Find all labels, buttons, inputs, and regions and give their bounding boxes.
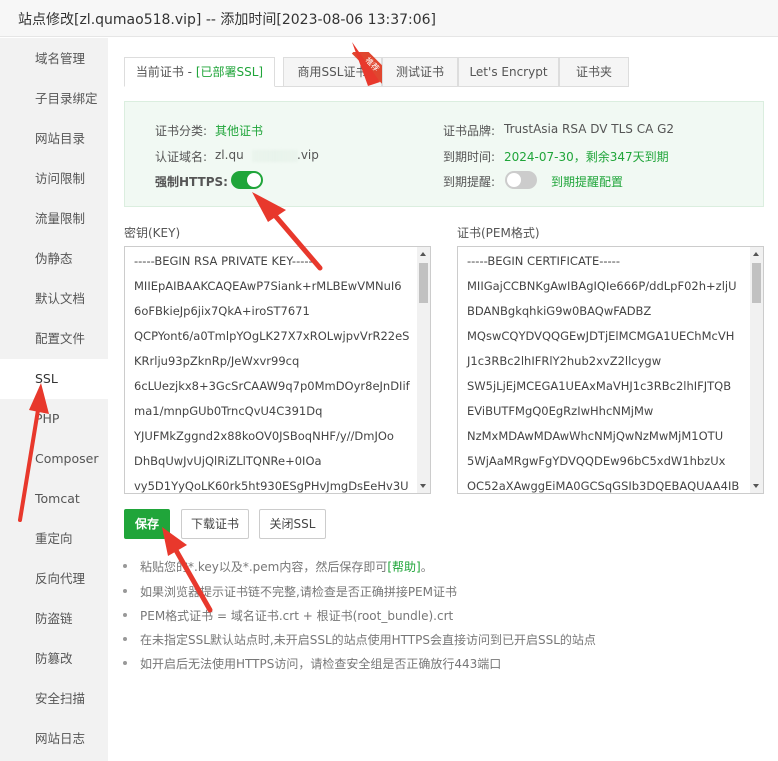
cert-label: 证书(PEM格式) (457, 226, 540, 240)
sidebar-item-default-doc[interactable]: 默认文档 (0, 279, 108, 319)
sidebar-item-php[interactable]: PHP (0, 399, 108, 439)
sidebar: 域名管理 子目录绑定 网站目录 访问限制 流量限制 伪静态 默认文档 配置文件 … (0, 38, 108, 761)
tab-current-cert[interactable]: 当前证书 - [已部署SSL] (124, 57, 275, 87)
cert-line: J1c3RBc2lhIFRlY2hub2xvZ2llcygw (467, 354, 662, 368)
tip-text: PEM格式证书 = 域名证书.crt + 根证书(root_bundle).cr… (140, 609, 454, 623)
sidebar-item-subdir[interactable]: 子目录绑定 (0, 79, 108, 119)
key-line: -----BEGIN RSA PRIVATE KEY----- (134, 254, 313, 268)
sidebar-item-traffic-limit[interactable]: 流量限制 (0, 199, 108, 239)
sidebar-item-redirect[interactable]: 重定向 (0, 519, 108, 559)
key-line: 6oFBkieJp6jix7QkA+iroST7671 (134, 304, 310, 318)
bullet-icon (123, 636, 127, 641)
key-label: 密钥(KEY) (124, 226, 181, 240)
save-button[interactable]: 保存 (124, 509, 170, 539)
tip-text: 如开启后无法使用HTTPS访问，请检查安全组是否正确放行443端口 (140, 657, 502, 671)
sidebar-item-reverse-proxy[interactable]: 反向代理 (0, 559, 108, 599)
tip-item: 如开启后无法使用HTTPS访问，请检查安全组是否正确放行443端口 (123, 655, 501, 672)
cert-line: NzMxMDAwMDAwWhcNMjQwNzMwMjM1OTU (467, 429, 724, 443)
sidebar-item-ssl[interactable]: SSL (0, 359, 108, 399)
redaction-blur (252, 150, 298, 162)
tip-item: 粘贴您的*.key以及*.pem内容，然后保存即可[帮助]。 (123, 558, 433, 575)
window-titlebar: 站点修改[zl.qumao518.vip] -- 添加时间[2023-08-06… (0, 0, 778, 37)
cert-scrollbar[interactable] (750, 247, 763, 493)
cert-category-label: 证书分类: (155, 124, 208, 138)
scroll-down-icon[interactable] (753, 484, 759, 488)
toggle-knob (247, 173, 261, 187)
tip-text: 在未指定SSL默认站点时,未开启SSL的站点使用HTTPS会直接访问到已开启SS… (140, 633, 596, 647)
scroll-up-icon[interactable] (753, 252, 759, 256)
help-link[interactable]: [帮助] (387, 560, 420, 574)
bullet-icon (123, 612, 127, 617)
tip-item: 如果浏览器提示证书链不完整,请检查是否正确拼接PEM证书 (123, 583, 457, 600)
tab-letsencrypt[interactable]: Let's Encrypt (458, 57, 559, 87)
cert-domain-value-tail: .vip (297, 148, 319, 162)
tip-text: 如果浏览器提示证书链不完整,请检查是否正确拼接PEM证书 (140, 585, 457, 599)
download-cert-button[interactable]: 下载证书 (181, 509, 249, 539)
tip-item: 在未指定SSL默认站点时,未开启SSL的站点使用HTTPS会直接访问到已开启SS… (123, 631, 596, 648)
cert-brand-label: 证书品牌: (443, 124, 496, 138)
tip-item: PEM格式证书 = 域名证书.crt + 根证书(root_bundle).cr… (123, 607, 453, 624)
cert-textarea[interactable]: -----BEGIN CERTIFICATE----- MIIGajCCBNKg… (457, 246, 764, 494)
expire-reminder-config-link[interactable]: 到期提醒配置 (551, 173, 623, 190)
cert-domain-value: zl.qu (215, 148, 244, 162)
recommend-ribbon-label: 推荐 (351, 52, 382, 85)
cert-line: SW5jLjEjMCEGA1UEAxMaVHJ1c3RBc2lhIFJTQB (467, 379, 732, 393)
key-line: QCPYont6/a0TmlpYOgLK27X7xROLwjpvVrR22eS (134, 329, 410, 343)
cert-info-panel: 证书分类: 其他证书 认证域名: zl.qu .vip 强制HTTPS: 证书品… (124, 101, 764, 207)
sidebar-item-access-limit[interactable]: 访问限制 (0, 159, 108, 199)
sidebar-item-site-log[interactable]: 网站日志 (0, 719, 108, 759)
expire-reminder-toggle[interactable] (505, 171, 537, 189)
expire-reminder-label: 到期提醒: (443, 175, 496, 189)
cert-line: MQswCQYDVQQGEwJDTjElMCMGA1UEChMcVH (467, 329, 735, 343)
sidebar-item-tomcat[interactable]: Tomcat (0, 479, 108, 519)
sidebar-item-site-dir[interactable]: 网站目录 (0, 119, 108, 159)
toggle-knob (507, 173, 521, 187)
tab-current-cert-status: [已部署SSL] (195, 65, 264, 79)
key-scrollbar[interactable] (417, 247, 430, 493)
key-line: DhBqUwJvUjQlRiZLlTQNRe+0IOa (134, 454, 322, 468)
cert-line: OC52aXAwggEiMA0GCSqGSIb3DQEBAQUAA4IB (467, 479, 740, 493)
bullet-icon (123, 660, 127, 665)
cert-line: BDANBgkqhkiG9w0BAQwFADBZ (467, 304, 652, 318)
scroll-thumb[interactable] (419, 263, 428, 303)
cert-expire-value: 2024-07-30，剩余347天到期 (504, 150, 669, 164)
cert-brand-value: TrustAsia RSA DV TLS CA G2 (504, 122, 675, 136)
key-line: ma1/mnpGUb0TrncQvU4C391Dq (134, 404, 323, 418)
tip-suffix: 。 (420, 560, 433, 574)
force-https-label: 强制HTTPS: (155, 175, 228, 189)
close-ssl-button[interactable]: 关闭SSL (259, 509, 326, 539)
cert-line: 5WjAaMRgwFgYDVQQDEw96bC5xdW1hbzUx (467, 454, 726, 468)
sidebar-item-config-file[interactable]: 配置文件 (0, 319, 108, 359)
bullet-icon (123, 588, 127, 593)
force-https-toggle[interactable] (231, 171, 263, 189)
sidebar-item-rewrite[interactable]: 伪静态 (0, 239, 108, 279)
key-textarea[interactable]: -----BEGIN RSA PRIVATE KEY----- MIIEpAIB… (124, 246, 431, 494)
key-line: KRrlju93pZknRp/JeWxvr99cq (134, 354, 300, 368)
key-line: MIIEpAIBAAKCAQEAwP7Siank+rMLBEwVMNuI6 (134, 279, 402, 293)
tab-cert-folder[interactable]: 证书夹 (559, 57, 629, 87)
tip-text: 粘贴您的*.key以及*.pem内容，然后保存即可 (140, 560, 388, 574)
cert-expire-label: 到期时间: (443, 150, 496, 164)
window-title: 站点修改[zl.qumao518.vip] -- 添加时间[2023-08-06… (18, 12, 437, 28)
key-line: vy5D1YyQoLK60rk5ht930ESgPHvJmgDsEeHv3U (134, 479, 409, 493)
sidebar-item-composer[interactable]: Composer (0, 439, 108, 479)
cert-line: -----BEGIN CERTIFICATE----- (467, 254, 620, 268)
key-line: 6cLUezjkx8+3GcSrCAAW9q7p0MmDOyr8eJnDIif (134, 379, 410, 393)
scroll-thumb[interactable] (752, 263, 761, 303)
bullet-icon (123, 563, 127, 568)
cert-line: EViBUTFMgQ0EgRzIwHhcNMjMw (467, 404, 654, 418)
sidebar-item-hotlink[interactable]: 防盗链 (0, 599, 108, 639)
tab-current-cert-label: 当前证书 - (135, 65, 196, 79)
sidebar-item-security-scan[interactable]: 安全扫描 (0, 679, 108, 719)
key-line: YJUFMkZggnd2x88koOV0JSBoqNHF/y//DmJOo (134, 429, 394, 443)
tab-test-cert[interactable]: 测试证书 (382, 57, 458, 87)
cert-category-value: 其他证书 (215, 124, 264, 138)
sidebar-item-domain[interactable]: 域名管理 (0, 39, 108, 79)
scroll-up-icon[interactable] (420, 252, 426, 256)
cert-domain-label: 认证域名: (155, 150, 208, 164)
sidebar-item-tamper-proof[interactable]: 防篡改 (0, 639, 108, 679)
cert-line: MIIGajCCBNKgAwIBAgIQIe666P/ddLpF02h+zljU (467, 279, 737, 293)
recommend-ribbon: 推荐 (348, 52, 382, 86)
scroll-down-icon[interactable] (420, 484, 426, 488)
